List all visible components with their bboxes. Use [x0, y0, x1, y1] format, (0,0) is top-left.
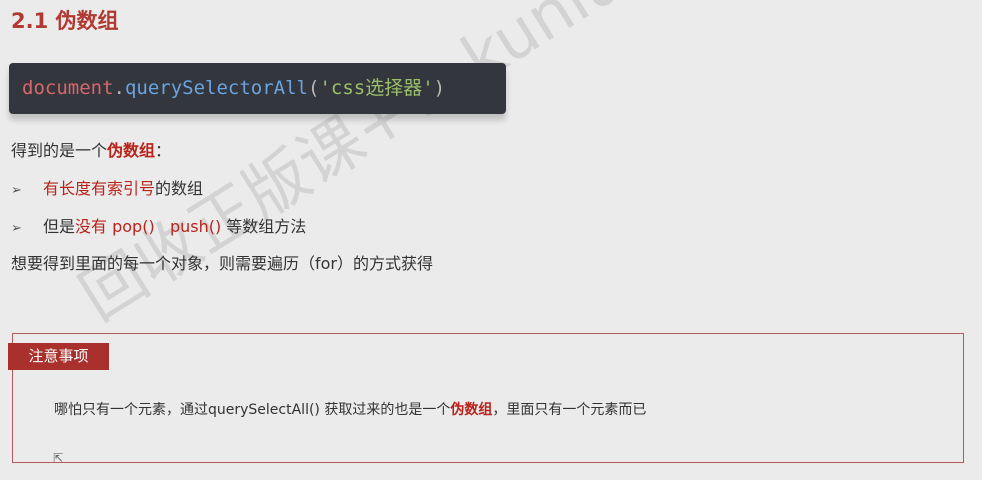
intro-line: 得到的是一个伪数组：: [11, 137, 171, 161]
code-block: document.querySelectorAll('css选择器'): [9, 63, 506, 114]
page-title: 2.1 伪数组: [11, 9, 119, 33]
note-prefix: 哪怕只有一个元素，通过querySelectAll() 获取过来的也是一个: [54, 402, 451, 418]
bullet-text: 但是: [43, 217, 76, 236]
bullet-item: ➢ 有长度有索引号的数组: [11, 175, 203, 199]
intro-suffix: ：: [155, 141, 172, 160]
note-box: [12, 333, 964, 463]
mouse-cursor-icon: ⇱: [53, 451, 64, 465]
code-open: (: [308, 77, 320, 99]
note-highlight: 伪数组: [450, 402, 493, 418]
note-text: 哪怕只有一个元素，通过querySelectAll() 获取过来的也是一个伪数组…: [54, 399, 646, 419]
bullet-text: 的数组: [155, 179, 204, 198]
code-close: ): [433, 77, 446, 99]
intro-prefix: 得到的是一个: [11, 141, 108, 160]
arrow-bullet-icon: ➢: [11, 221, 22, 236]
code-object: document: [22, 77, 114, 99]
arrow-bullet-icon: ➢: [11, 183, 22, 198]
intro-highlight: 伪数组: [107, 141, 156, 160]
bullet-item: ➢ 但是没有 pop() push() 等数组方法: [11, 213, 306, 237]
note-tag: 注意事项: [8, 343, 109, 370]
code-arg: 'css选择器': [319, 77, 434, 99]
bullet-highlight: 没有 pop() push(): [75, 217, 222, 236]
watermark: 回收正版课+v: kunlun991: [67, 0, 775, 336]
code-dot: .: [113, 77, 125, 99]
summary-text: 想要得到里面的每一个对象，则需要遍历（for）的方式获得: [11, 254, 434, 273]
code-method: querySelectorAll: [124, 77, 308, 99]
bullet-text: 等数组方法: [221, 217, 307, 236]
bullet-highlight: 有长度有索引号: [43, 179, 156, 198]
note-suffix: ，里面只有一个元素而已: [492, 402, 647, 418]
